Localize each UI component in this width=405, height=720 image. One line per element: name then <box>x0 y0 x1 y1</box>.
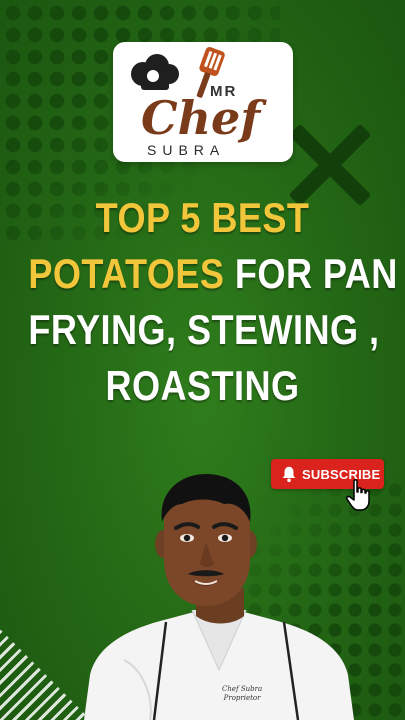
stripe-pattern-bottom-left <box>0 630 90 720</box>
title-highlight-potatoes: POTATOES <box>28 250 225 297</box>
chef-portrait <box>84 474 354 720</box>
chef-hat-spatula-logo-icon: MR Chef SUBRA <box>131 47 267 158</box>
logo-chef-text: Chef <box>141 91 267 145</box>
coat-embroidery: Chef Subra Proprietor <box>222 685 262 703</box>
video-title: TOP 5 BEST POTATOES FOR PAN FRYING, STEW… <box>28 190 397 414</box>
title-line-3: FRYING, STEWING , <box>28 306 380 353</box>
coat-embroidery-name: Chef Subra <box>222 685 263 693</box>
title-line-1: TOP 5 BEST <box>95 194 310 241</box>
coat-embroidery-title: Proprietor <box>223 694 261 702</box>
title-line-4: ROASTING <box>105 362 300 409</box>
logo-subra-text: SUBRA <box>147 142 225 158</box>
title-line-2-rest: FOR PAN <box>224 250 398 297</box>
title-line-2: POTATOES FOR PAN <box>28 246 397 302</box>
brand-logo: MR Chef SUBRA <box>113 42 293 162</box>
video-frame: MR Chef SUBRA TOP 5 BEST POTATOES FOR PA… <box>0 0 405 720</box>
